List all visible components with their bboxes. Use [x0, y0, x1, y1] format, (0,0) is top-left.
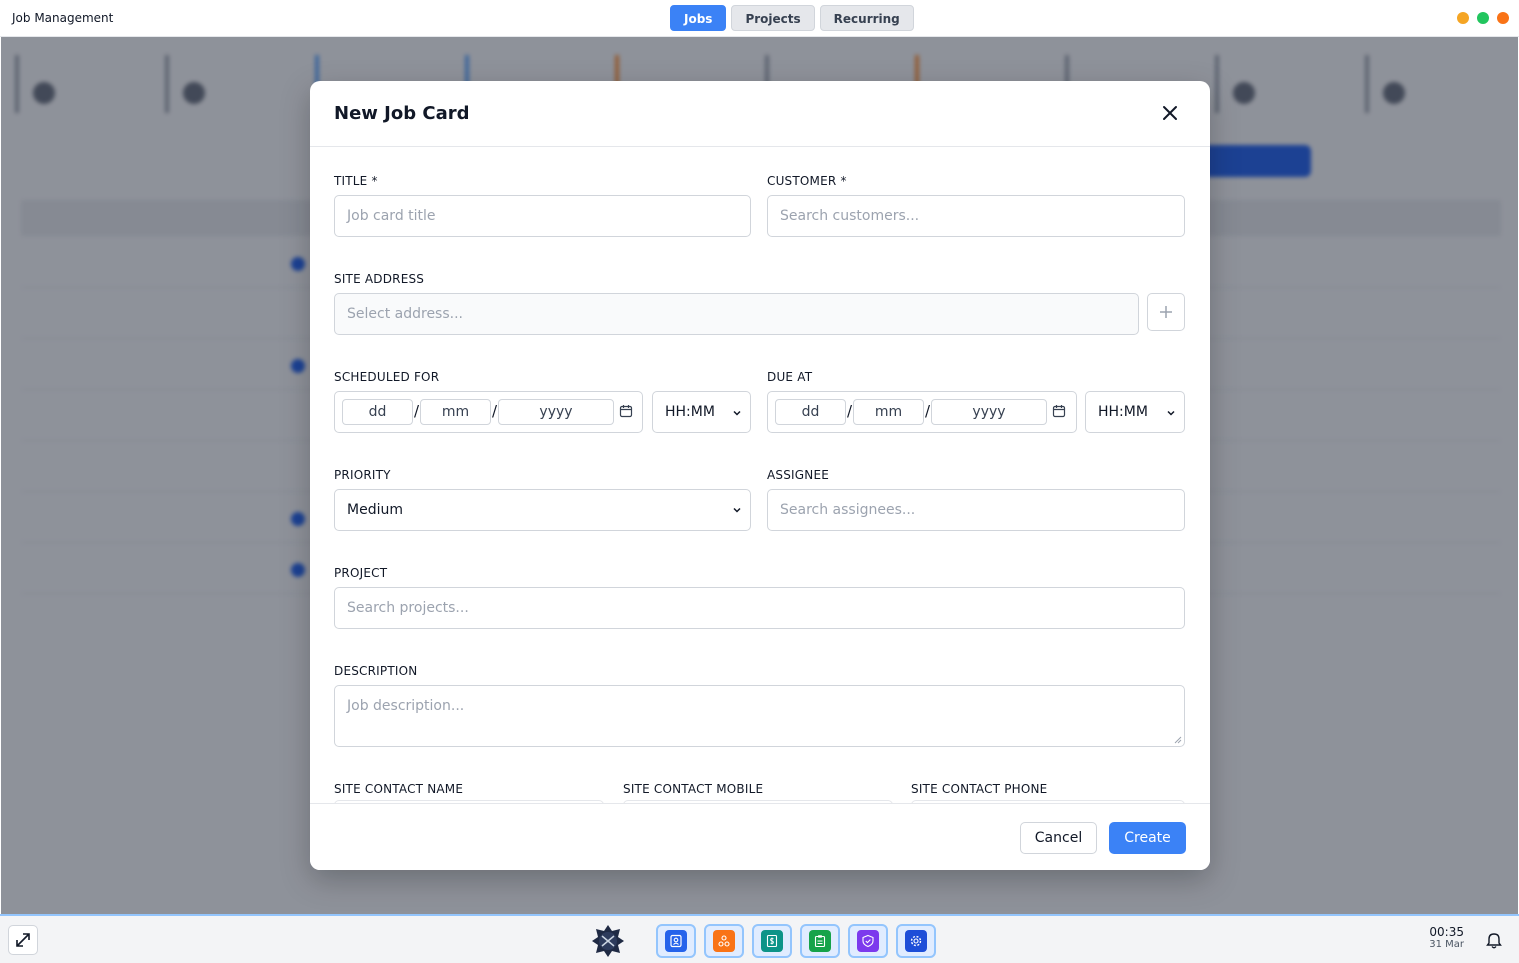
- chevron-down-icon: [1167, 410, 1175, 416]
- app-title: Job Management: [12, 11, 114, 25]
- main-tabs: Jobs Projects Recurring: [670, 5, 914, 31]
- window-controls: [1457, 12, 1509, 24]
- date-separator: /: [414, 402, 420, 420]
- due-date-input[interactable]: dd / mm / yyyy: [767, 391, 1077, 433]
- new-job-card-dialog: New Job Card TITLE * Job card title CUST…: [310, 81, 1210, 870]
- scheduled-time-select[interactable]: HH:MM: [652, 391, 751, 433]
- assignee-label: ASSIGNEE: [767, 468, 830, 482]
- site-contact-phone-label: SITE CONTACT PHONE: [911, 782, 1048, 796]
- site-contact-mobile-label: SITE CONTACT MOBILE: [623, 782, 764, 796]
- calendar-icon[interactable]: [619, 404, 633, 418]
- add-address-button[interactable]: [1147, 293, 1185, 331]
- customer-label: CUSTOMER *: [767, 174, 847, 188]
- system-clock: 00:35 31 Mar: [1420, 925, 1464, 950]
- date-separator: /: [847, 402, 853, 420]
- clipboard-icon: [814, 935, 826, 948]
- shield-icon: [862, 934, 874, 948]
- notification-bell-icon[interactable]: [1484, 931, 1504, 951]
- date-separator: /: [492, 402, 498, 420]
- contacts-app-button[interactable]: [656, 924, 696, 958]
- clock-date: 31 Mar: [1429, 939, 1464, 950]
- contacts-icon: [670, 934, 682, 948]
- description-textarea[interactable]: Job description...: [334, 685, 1185, 747]
- tab-jobs[interactable]: Jobs: [670, 5, 727, 31]
- close-dialog-button[interactable]: [1158, 101, 1182, 125]
- invoice-app-button[interactable]: [752, 924, 792, 958]
- customer-search-input[interactable]: Search customers...: [767, 195, 1185, 237]
- resize-handle-icon[interactable]: [1174, 736, 1182, 744]
- cancel-button[interactable]: Cancel: [1020, 822, 1097, 854]
- assignee-search-input[interactable]: Search assignees...: [767, 489, 1185, 531]
- priority-select[interactable]: Medium: [334, 489, 751, 531]
- settings-app-button[interactable]: [896, 924, 936, 958]
- description-placeholder: Job description...: [347, 698, 465, 714]
- security-app-button[interactable]: [848, 924, 888, 958]
- title-input[interactable]: Job card title: [334, 195, 751, 237]
- title-bar: Job Management Jobs Projects Recurring: [0, 0, 1519, 37]
- site-address-label: SITE ADDRESS: [334, 272, 425, 286]
- maximize-button[interactable]: [1477, 12, 1489, 24]
- expand-button[interactable]: [8, 925, 38, 955]
- date-separator: /: [925, 402, 931, 420]
- close-window-button[interactable]: [1497, 12, 1509, 24]
- due-at-label: DUE AT: [767, 370, 813, 384]
- taskbar-apps: [656, 924, 936, 958]
- scheduled-date-input[interactable]: dd / mm / yyyy: [334, 391, 643, 433]
- clock-time: 00:35: [1429, 925, 1464, 939]
- description-label: DESCRIPTION: [334, 664, 418, 678]
- dialog-title: New Job Card: [334, 103, 470, 124]
- site-address-select[interactable]: Select address...: [334, 293, 1139, 335]
- network-app-button[interactable]: [704, 924, 744, 958]
- settings-icon: [910, 935, 922, 947]
- expand-icon: [16, 933, 30, 947]
- dialog-header: New Job Card: [310, 81, 1210, 147]
- priority-label: PRIORITY: [334, 468, 391, 482]
- invoice-icon: [766, 934, 778, 948]
- plus-icon: [1160, 306, 1172, 318]
- minimize-button[interactable]: [1457, 12, 1469, 24]
- scheduled-month-field[interactable]: mm: [420, 399, 491, 425]
- project-search-input[interactable]: Search projects...: [334, 587, 1185, 629]
- title-label: TITLE *: [334, 174, 378, 188]
- scheduled-for-label: SCHEDULED FOR: [334, 370, 440, 384]
- due-time-value: HH:MM: [1098, 404, 1148, 420]
- brand-logo-icon[interactable]: [590, 923, 626, 959]
- scheduled-year-field[interactable]: yyyy: [498, 399, 614, 425]
- due-time-select[interactable]: HH:MM: [1085, 391, 1185, 433]
- clipboard-app-button[interactable]: [800, 924, 840, 958]
- close-icon: [1163, 106, 1177, 120]
- site-contact-name-label: SITE CONTACT NAME: [334, 782, 464, 796]
- calendar-icon[interactable]: [1052, 404, 1066, 418]
- due-month-field[interactable]: mm: [853, 399, 924, 425]
- due-year-field[interactable]: yyyy: [931, 399, 1047, 425]
- chevron-down-icon: [733, 507, 741, 513]
- create-button[interactable]: Create: [1109, 822, 1186, 854]
- due-day-field[interactable]: dd: [775, 399, 846, 425]
- dialog-body: TITLE * Job card title CUSTOMER * Search…: [310, 148, 1210, 803]
- priority-value: Medium: [347, 502, 403, 518]
- tab-recurring[interactable]: Recurring: [819, 5, 914, 31]
- project-label: PROJECT: [334, 566, 388, 580]
- scheduled-time-value: HH:MM: [665, 404, 715, 420]
- taskbar: 00:35 31 Mar: [0, 914, 1519, 963]
- tab-projects[interactable]: Projects: [731, 5, 815, 31]
- network-icon: [718, 935, 730, 947]
- dialog-footer: Cancel Create: [310, 803, 1210, 870]
- scheduled-day-field[interactable]: dd: [342, 399, 413, 425]
- chevron-down-icon: [733, 410, 741, 416]
